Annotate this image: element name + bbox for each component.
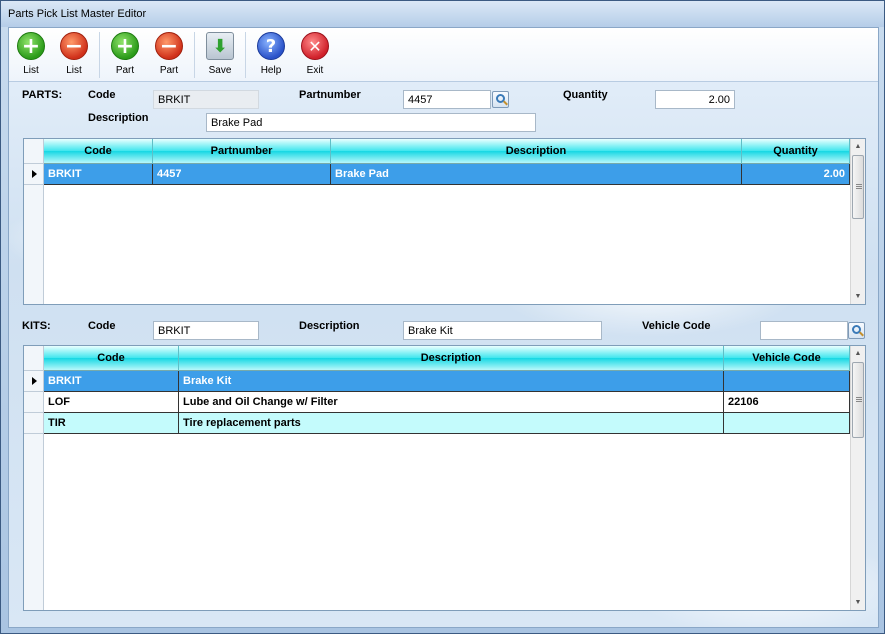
table-row-cell[interactable]: Brake Kit xyxy=(179,371,724,392)
grid-corner xyxy=(24,346,44,371)
toolbar: + List − List + Part − Part ⬇ Save ? Hel… xyxy=(9,28,878,82)
toolbar-separator xyxy=(99,32,100,78)
table-row-cell[interactable]: LOF xyxy=(44,392,179,413)
exit-icon: ✕ xyxy=(301,32,329,60)
table-row-cell[interactable]: 22106 xyxy=(724,392,850,413)
table-row-cell[interactable]: 2.00 xyxy=(742,164,850,185)
add-part-label: Part xyxy=(115,65,135,76)
kits-code-label: Code xyxy=(88,320,116,332)
parts-code-field[interactable]: BRKIT xyxy=(153,90,259,109)
table-row-cell[interactable]: 4457 xyxy=(153,164,331,185)
app-window: Parts Pick List Master Editor + List − L… xyxy=(0,0,885,634)
scroll-up-icon[interactable]: ▲ xyxy=(851,346,865,361)
toolbar-separator xyxy=(245,32,246,78)
parts-col-description[interactable]: Description xyxy=(331,139,742,164)
partnumber-lookup-button[interactable] xyxy=(492,91,509,108)
kits-grid: Code Description Vehicle Code BRKIT Brak… xyxy=(23,345,866,611)
add-icon: + xyxy=(111,32,139,60)
save-icon: ⬇ xyxy=(206,32,234,60)
table-row-cell[interactable]: Lube and Oil Change w/ Filter xyxy=(179,392,724,413)
scroll-thumb[interactable] xyxy=(852,362,864,438)
parts-code-label: Code xyxy=(88,89,116,101)
table-row-cell[interactable]: TIR xyxy=(44,413,179,434)
kits-col-code[interactable]: Code xyxy=(44,346,179,371)
kits-description-label: Description xyxy=(299,320,360,332)
scroll-down-icon[interactable]: ▼ xyxy=(851,595,865,610)
row-selector[interactable] xyxy=(24,392,44,413)
remove-part-label: Part xyxy=(159,65,179,76)
toolbar-separator xyxy=(194,32,195,78)
row-selector[interactable] xyxy=(24,371,44,392)
parts-grid: Code Partnumber Description Quantity BRK… xyxy=(23,138,866,305)
remove-list-label: List xyxy=(66,65,82,76)
kits-grid-scrollbar[interactable]: ▲ ▼ xyxy=(850,346,865,610)
vehicle-code-lookup-button[interactable] xyxy=(848,322,865,339)
help-button[interactable]: ? Help xyxy=(249,30,293,80)
scroll-up-icon[interactable]: ▲ xyxy=(851,139,865,154)
current-row-icon xyxy=(32,170,37,178)
table-row-cell[interactable]: BRKIT xyxy=(44,164,153,185)
parts-col-quantity[interactable]: Quantity xyxy=(742,139,850,164)
help-label: Help xyxy=(260,65,282,76)
table-row-cell[interactable]: Tire replacement parts xyxy=(179,413,724,434)
row-selector[interactable] xyxy=(24,164,44,185)
add-part-button[interactable]: + Part xyxy=(103,30,147,80)
partnumber-label: Partnumber xyxy=(299,89,361,101)
partnumber-field[interactable]: 4457 xyxy=(403,90,491,109)
grid-corner xyxy=(24,139,44,164)
table-row-cell[interactable] xyxy=(724,371,850,392)
parts-grid-scrollbar[interactable]: ▲ ▼ xyxy=(850,139,865,304)
add-icon: + xyxy=(17,32,45,60)
scroll-thumb[interactable] xyxy=(852,155,864,219)
current-row-icon xyxy=(32,377,37,385)
quantity-label: Quantity xyxy=(563,89,608,101)
kits-description-field[interactable]: Brake Kit xyxy=(403,321,602,340)
scroll-down-icon[interactable]: ▼ xyxy=(851,289,865,304)
exit-button[interactable]: ✕ Exit xyxy=(293,30,337,80)
remove-part-button[interactable]: − Part xyxy=(147,30,191,80)
parts-col-code[interactable]: Code xyxy=(44,139,153,164)
parts-description-field[interactable]: Brake Pad xyxy=(206,113,536,132)
add-list-button[interactable]: + List xyxy=(9,30,53,80)
table-row-cell[interactable] xyxy=(724,413,850,434)
kits-section-label: KITS: xyxy=(22,320,51,332)
window-title: Parts Pick List Master Editor xyxy=(8,8,147,20)
remove-icon: − xyxy=(60,32,88,60)
remove-list-button[interactable]: − List xyxy=(52,30,96,80)
help-icon: ? xyxy=(257,32,285,60)
exit-label: Exit xyxy=(306,65,324,76)
table-row-cell[interactable]: Brake Pad xyxy=(331,164,742,185)
parts-col-partnumber[interactable]: Partnumber xyxy=(153,139,331,164)
main-panel: + List − List + Part − Part ⬇ Save ? Hel… xyxy=(8,27,879,628)
parts-description-label: Description xyxy=(88,112,149,124)
add-list-label: List xyxy=(23,65,39,76)
kits-code-field[interactable]: BRKIT xyxy=(153,321,259,340)
table-row-cell[interactable]: BRKIT xyxy=(44,371,179,392)
quantity-field[interactable]: 2.00 xyxy=(655,90,735,109)
kits-col-description[interactable]: Description xyxy=(179,346,724,371)
title-bar[interactable]: Parts Pick List Master Editor xyxy=(1,1,884,27)
remove-icon: − xyxy=(155,32,183,60)
vehicle-code-label: Vehicle Code xyxy=(642,320,711,332)
parts-section-label: PARTS: xyxy=(22,89,63,101)
kits-col-vehicle-code[interactable]: Vehicle Code xyxy=(724,346,850,371)
save-label: Save xyxy=(208,65,232,76)
row-selector[interactable] xyxy=(24,413,44,434)
vehicle-code-field[interactable] xyxy=(760,321,848,340)
save-button[interactable]: ⬇ Save xyxy=(198,30,242,80)
